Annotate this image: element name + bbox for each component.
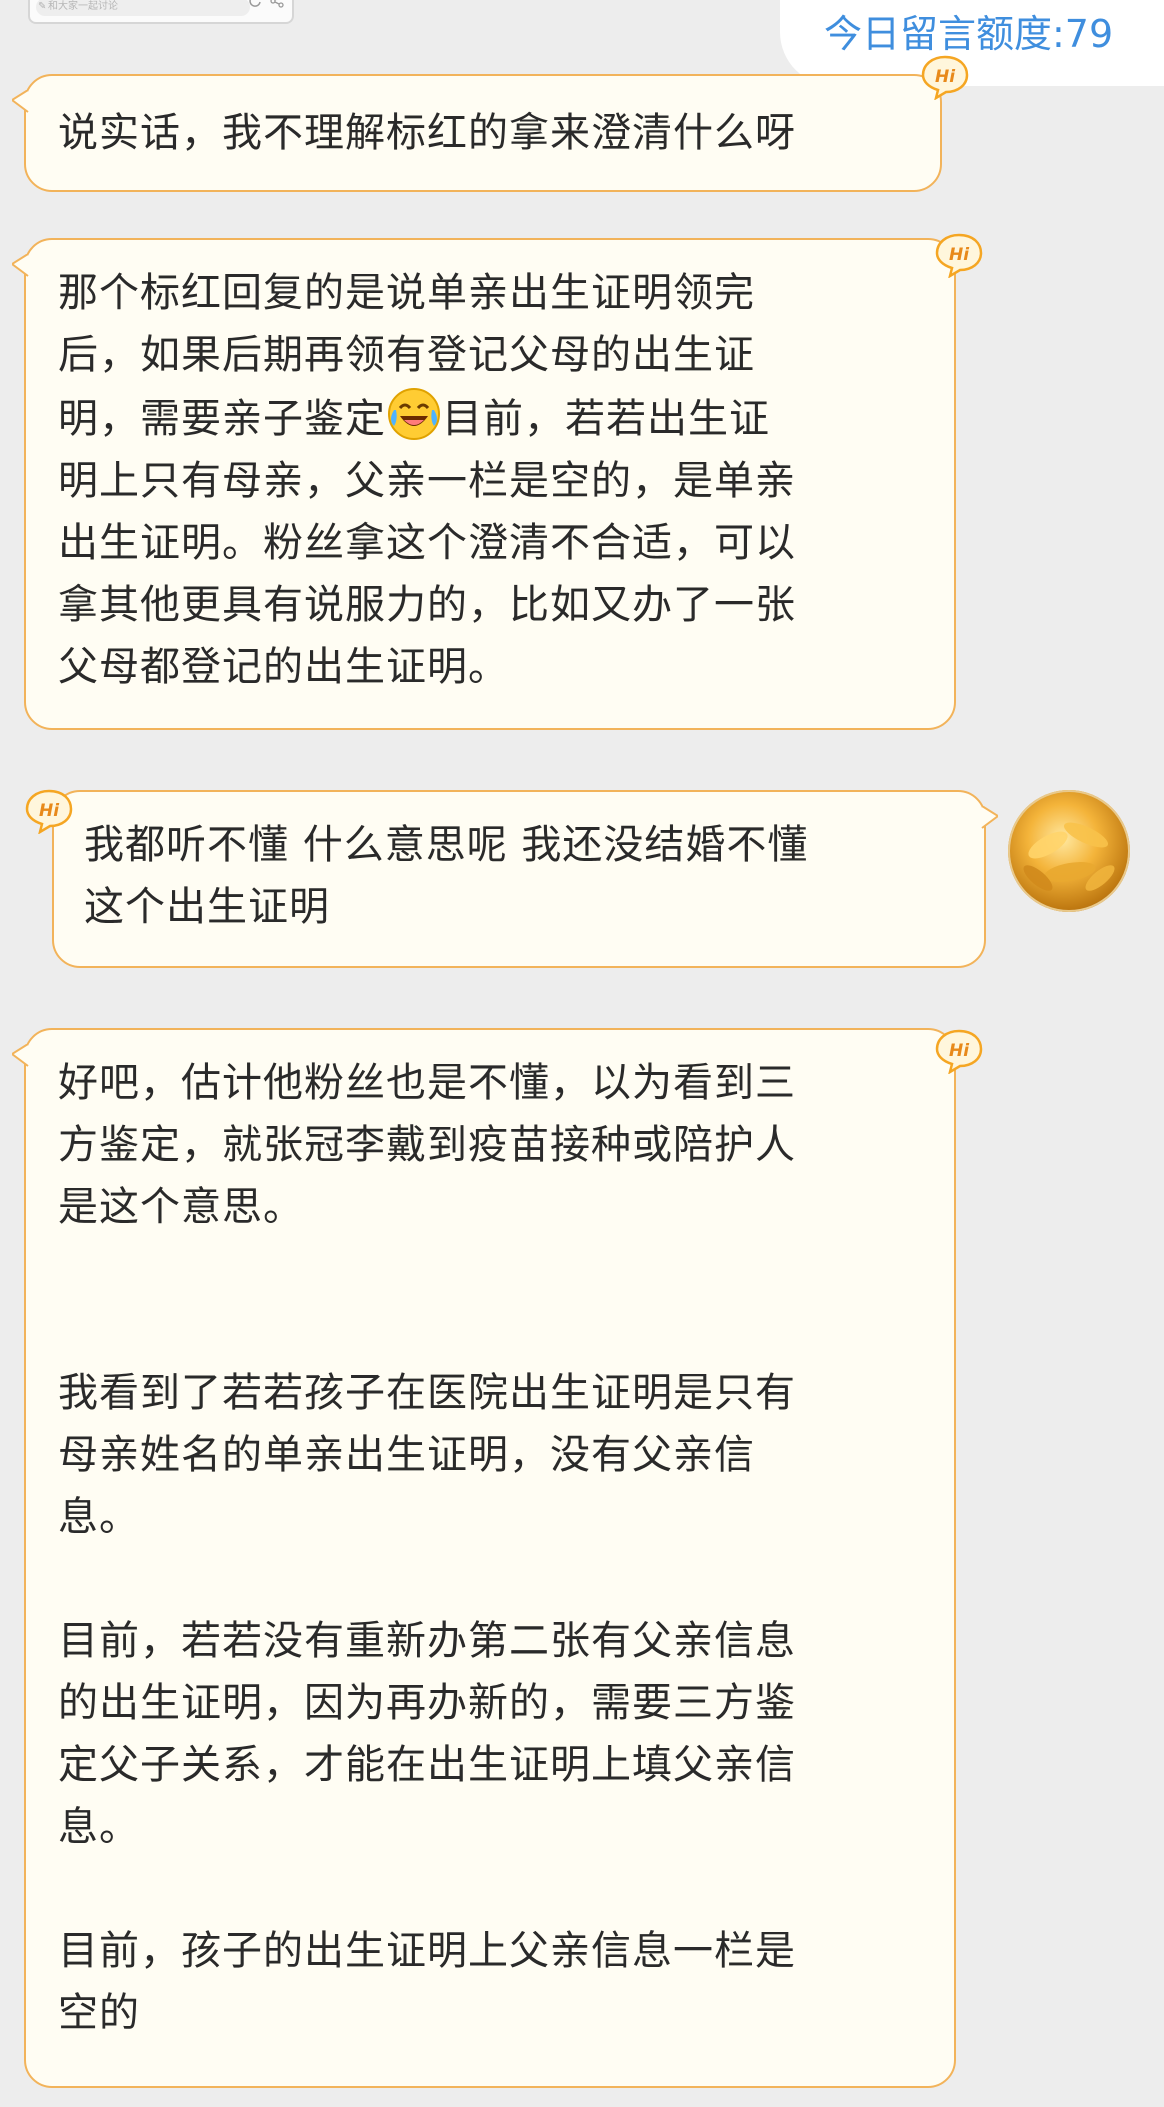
hi-badge-icon: Hi xyxy=(935,233,983,278)
daily-quota-label: 今日留言额度:79 xyxy=(824,12,1114,56)
message-bubble[interactable]: 那个标红回复的是说单亲出生证明领完 后，如果后期再领有登记父母的出生证 明，需要… xyxy=(12,233,983,730)
message-bubble[interactable]: 好吧，估计他粉丝也是不懂，以为看到三 方鉴定，就张冠李戴到疫苗接种或陪护人 是这… xyxy=(12,1028,983,2088)
avatar-image xyxy=(1023,822,1115,891)
pencil-icon: ✎ xyxy=(38,1,47,12)
bubble-tail xyxy=(12,1044,29,1067)
bubble-tail xyxy=(12,254,29,277)
message-text: 那个标红回复的是说单亲出生证明领完 后，如果后期再领有登记父母的出生证 明，需要… xyxy=(58,262,796,698)
hi-badge-label: Hi xyxy=(935,67,956,87)
hi-badge-label: Hi xyxy=(949,245,970,265)
message-text: 好吧，估计他粉丝也是不懂，以为看到三 方鉴定，就张冠李戴到疫苗接种或陪护人 是这… xyxy=(58,1060,796,2036)
hi-badge-label: Hi xyxy=(949,1041,970,1061)
hi-badge-icon: Hi xyxy=(921,55,969,100)
bubble-tail xyxy=(981,806,998,829)
share-icon[interactable] xyxy=(270,0,284,8)
laughing-crying-emoji-icon xyxy=(388,388,440,440)
bubble-tail xyxy=(12,90,29,113)
message-bubble-own[interactable]: 我都听不懂 什么意思呢 我还没结婚不懂 这个出生证明 Hi xyxy=(25,789,998,968)
hi-badge-icon: Hi xyxy=(25,789,73,834)
chat-screen: ✎ 和大家一起讨论 今日留言额度:79 说实话，我不理解标红的拿来澄清什么呀 H… xyxy=(0,0,1164,2107)
hi-badge-label: Hi xyxy=(39,801,60,821)
comment-input[interactable]: ✎ 和大家一起讨论 xyxy=(28,0,294,24)
message-bubble[interactable]: 说实话，我不理解标红的拿来澄清什么呀 Hi xyxy=(12,55,969,192)
message-text: 我都听不懂 什么意思呢 我还没结婚不懂 这个出生证明 xyxy=(84,822,809,930)
message-text: 说实话，我不理解标红的拿来澄清什么呀 xyxy=(58,110,796,156)
comment-input-placeholder: 和大家一起讨论 xyxy=(48,1,118,12)
hi-badge-icon: Hi xyxy=(935,1029,983,1074)
user-avatar[interactable] xyxy=(1008,790,1130,912)
refresh-icon[interactable] xyxy=(248,0,262,8)
